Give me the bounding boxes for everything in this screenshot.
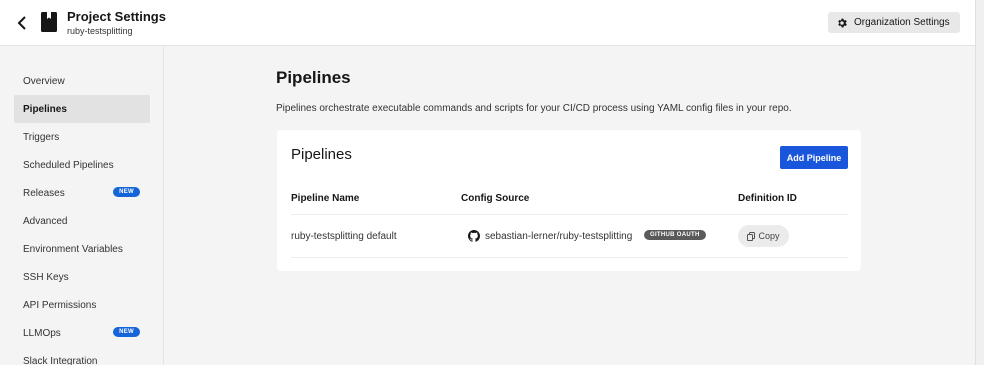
sidebar-item-label: Releases [23,187,65,199]
sidebar-item-api-permissions[interactable]: API Permissions [14,291,150,319]
copy-definition-id-button[interactable]: Copy [738,225,789,247]
sidebar-item-overview[interactable]: Overview [14,67,150,95]
project-name: ruby-testsplitting [67,26,133,36]
column-header-config-source: Config Source [461,193,530,204]
sidebar-item-label: Scheduled Pipelines [23,159,114,171]
divider [291,214,848,215]
sidebar-item-pipelines[interactable]: Pipelines [14,95,150,123]
divider [291,257,848,258]
sidebar-item-scheduled-pipelines[interactable]: Scheduled Pipelines [14,151,150,179]
back-button[interactable] [12,12,32,34]
sidebar-item-releases[interactable]: Releases NEW [14,179,150,207]
gear-icon [838,18,847,27]
page-title: Project Settings [67,9,166,24]
sidebar-item-label: LLMOps [23,327,61,339]
sidebar-item-advanced[interactable]: Advanced [14,207,150,235]
pipelines-card: Pipelines Add Pipeline Pipeline Name Con… [277,130,861,271]
section-title: Pipelines [276,68,351,87]
organization-settings-label: Organization Settings [854,17,950,28]
sidebar-item-label: Slack Integration [23,355,98,365]
organization-settings-button[interactable]: Organization Settings [828,12,960,33]
section-description: Pipelines orchestrate executable command… [276,103,792,114]
sidebar-item-triggers[interactable]: Triggers [14,123,150,151]
project-book-icon [41,12,57,32]
sidebar-item-label: Overview [23,75,65,87]
copy-label: Copy [758,231,780,241]
sidebar-item-ssh-keys[interactable]: SSH Keys [14,263,150,291]
sidebar-item-llmops[interactable]: LLMOps NEW [14,319,150,347]
pipeline-name-cell: ruby-testsplitting default [291,231,397,242]
add-pipeline-button[interactable]: Add Pipeline [780,146,848,169]
column-header-definition-id: Definition ID [738,193,797,204]
sidebar-item-label: Triggers [23,131,60,143]
copy-icon [747,231,756,241]
sidebar-item-label: Pipelines [23,103,67,115]
sidebar-item-label: SSH Keys [23,271,69,283]
back-arrow-icon [17,16,26,30]
sidebar-item-environment-variables[interactable]: Environment Variables [14,235,150,263]
sidebar-item-label: API Permissions [23,299,97,311]
sidebar: Overview Pipelines Triggers Scheduled Pi… [0,47,164,365]
column-header-pipeline-name: Pipeline Name [291,193,360,204]
github-icon [468,230,480,242]
new-badge: NEW [113,187,140,197]
scrollbar[interactable] [975,0,984,365]
card-title: Pipelines [291,146,352,163]
sidebar-item-slack-integration[interactable]: Slack Integration [14,347,150,365]
header: Project Settings ruby-testsplitting Orga… [0,0,975,46]
github-oauth-badge: GITHUB OAUTH [644,230,706,240]
config-source-link[interactable]: sebastian-lerner/ruby-testsplitting [485,231,632,242]
new-badge: NEW [113,327,140,337]
sidebar-item-label: Advanced [23,215,68,227]
sidebar-item-label: Environment Variables [23,243,123,255]
